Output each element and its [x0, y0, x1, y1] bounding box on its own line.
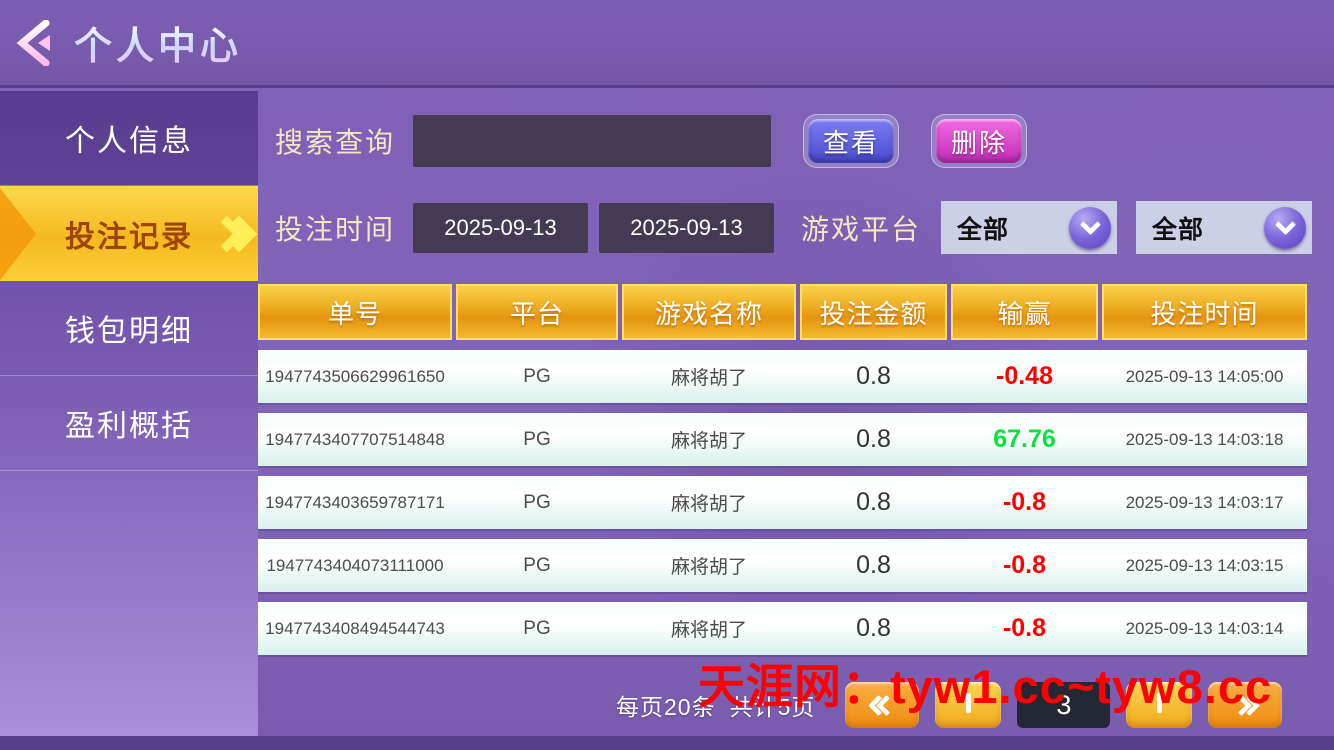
- table-row[interactable]: 1947743407707514848 PG 麻将胡了 0.8 67.76 20…: [258, 413, 1307, 466]
- cell-time: 2025-09-13 14:03:15: [1102, 539, 1307, 592]
- search-input[interactable]: [413, 115, 771, 167]
- cell-win-loss: -0.8: [951, 539, 1098, 592]
- personal-center-screen: 个人中心 个人信息 投注记录 钱包明细 盈利概括 搜索查询 查看: [0, 0, 1334, 750]
- cell-game: 麻将胡了: [622, 350, 796, 403]
- last-page-button[interactable]: [1208, 682, 1282, 728]
- cell-time: 2025-09-13 14:03:17: [1102, 476, 1307, 529]
- search-row: 搜索查询 查看 删除: [275, 115, 1315, 167]
- cell-order-no: 1947743408494544743: [258, 602, 452, 655]
- page-size-text: 每页20条: [616, 694, 716, 720]
- top-bar: 个人中心: [0, 0, 1334, 88]
- cell-game: 麻将胡了: [622, 413, 796, 466]
- chevron-right-icon: [1157, 698, 1162, 713]
- cell-amount: 0.8: [800, 602, 947, 655]
- header-game-name: 游戏名称: [622, 284, 796, 340]
- platform-select-2[interactable]: 全部: [1136, 201, 1312, 254]
- sidebar: 个人信息 投注记录 钱包明细 盈利概括: [0, 91, 258, 736]
- chevron-down-icon: [1264, 207, 1306, 249]
- bet-time-label: 投注时间: [275, 208, 395, 248]
- cell-amount: 0.8: [800, 350, 947, 403]
- header-platform: 平台: [456, 284, 618, 340]
- chevron-left-icon: [966, 698, 971, 713]
- delete-button-frame: 删除: [931, 114, 1027, 168]
- table-row[interactable]: 1947743403659787171 PG 麻将胡了 0.8 -0.8 202…: [258, 476, 1307, 529]
- header-bet-time: 投注时间: [1102, 284, 1307, 340]
- chevron-right-icon: [228, 221, 252, 247]
- search-label: 搜索查询: [275, 121, 395, 161]
- cell-win-loss: 67.76: [951, 413, 1098, 466]
- header-win-loss: 输赢: [951, 284, 1098, 340]
- current-page-indicator: 3: [1017, 682, 1110, 728]
- cell-win-loss: -0.8: [951, 476, 1098, 529]
- platform-select-1[interactable]: 全部: [941, 201, 1117, 254]
- selected-arrow-icon: [0, 188, 36, 280]
- sidebar-item-label: 投注记录: [65, 212, 193, 256]
- page-info: 每页20条共计5页: [616, 688, 829, 722]
- platform-select-2-value: 全部: [1152, 210, 1204, 246]
- page-title: 个人中心: [74, 15, 242, 70]
- sidebar-item-label: 盈利概括: [65, 401, 193, 445]
- header-order-no: 单号: [258, 284, 452, 340]
- header-bet-amount: 投注金额: [800, 284, 947, 340]
- cell-game: 麻将胡了: [622, 602, 796, 655]
- date-to-field[interactable]: 2025-09-13: [599, 203, 774, 253]
- chevron-down-icon: [1069, 207, 1111, 249]
- table-row[interactable]: 1947743404073111000 PG 麻将胡了 0.8 -0.8 202…: [258, 539, 1307, 592]
- bet-records-table: 单号 平台 游戏名称 投注金额 输赢 投注时间 1947743506629961…: [258, 284, 1307, 655]
- cell-win-loss: -0.48: [951, 350, 1098, 403]
- table-header-row: 单号 平台 游戏名称 投注金额 输赢 投注时间: [258, 284, 1307, 340]
- cell-platform: PG: [456, 602, 618, 655]
- bottom-strip: [0, 736, 1334, 750]
- cell-amount: 0.8: [800, 413, 947, 466]
- cell-time: 2025-09-13 14:05:00: [1102, 350, 1307, 403]
- cell-time: 2025-09-13 14:03:18: [1102, 413, 1307, 466]
- filters-row: 投注时间 2025-09-13 2025-09-13 游戏平台 全部 全部: [275, 200, 1325, 255]
- prev-page-button[interactable]: [935, 682, 1001, 728]
- cell-order-no: 1947743404073111000: [258, 539, 452, 592]
- double-chevron-right-icon: [1234, 698, 1257, 713]
- cell-order-no: 1947743407707514848: [258, 413, 452, 466]
- sidebar-item-label: 钱包明细: [65, 306, 193, 350]
- cell-platform: PG: [456, 539, 618, 592]
- cell-time: 2025-09-13 14:03:14: [1102, 602, 1307, 655]
- table-row[interactable]: 1947743408494544743 PG 麻将胡了 0.8 -0.8 202…: [258, 602, 1307, 655]
- cell-platform: PG: [456, 350, 618, 403]
- pagination-bar: 每页20条共计5页 3: [616, 680, 1282, 730]
- platform-select-1-value: 全部: [957, 210, 1009, 246]
- main-content: 搜索查询 查看 删除 投注时间 2025-09-13 2025-09-13 游戏…: [258, 88, 1334, 737]
- back-chevron-icon: [14, 20, 60, 66]
- cell-amount: 0.8: [800, 476, 947, 529]
- cell-order-no: 1947743506629961650: [258, 350, 452, 403]
- cell-order-no: 1947743403659787171: [258, 476, 452, 529]
- back-button[interactable]: [14, 20, 60, 66]
- date-from-field[interactable]: 2025-09-13: [413, 203, 588, 253]
- double-chevron-left-icon: [871, 698, 894, 713]
- cell-game: 麻将胡了: [622, 476, 796, 529]
- total-pages-text: 共计5页: [730, 694, 816, 720]
- sidebar-item-wallet-details[interactable]: 钱包明细: [0, 281, 258, 376]
- cell-amount: 0.8: [800, 539, 947, 592]
- cell-platform: PG: [456, 413, 618, 466]
- platform-label: 游戏平台: [801, 208, 921, 248]
- cell-platform: PG: [456, 476, 618, 529]
- cell-win-loss: -0.8: [951, 602, 1098, 655]
- sidebar-item-label: 个人信息: [65, 116, 193, 160]
- sidebar-item-personal-info[interactable]: 个人信息: [0, 91, 258, 186]
- view-button[interactable]: 查看: [808, 119, 894, 163]
- view-button-frame: 查看: [803, 114, 899, 168]
- delete-button[interactable]: 删除: [936, 119, 1022, 163]
- table-row[interactable]: 1947743506629961650 PG 麻将胡了 0.8 -0.48 20…: [258, 350, 1307, 403]
- cell-game: 麻将胡了: [622, 539, 796, 592]
- sidebar-item-profit-summary[interactable]: 盈利概括: [0, 376, 258, 471]
- next-page-button[interactable]: [1126, 682, 1192, 728]
- sidebar-item-bet-records[interactable]: 投注记录: [0, 186, 258, 281]
- first-page-button[interactable]: [845, 682, 919, 728]
